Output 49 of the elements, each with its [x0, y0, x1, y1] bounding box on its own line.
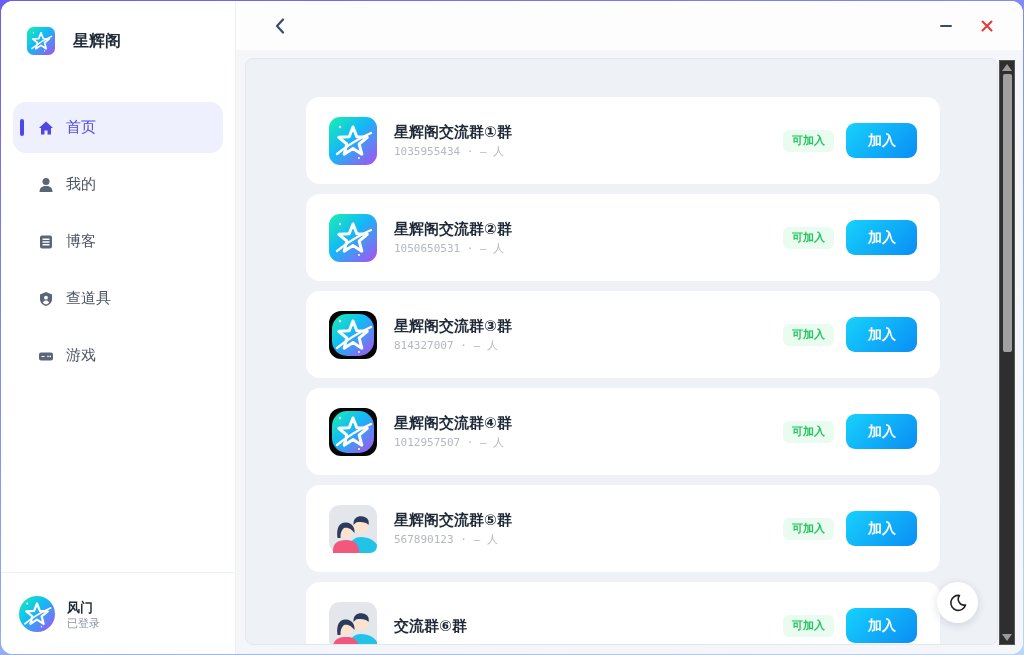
group-meta: 1012957507 · — 人 — [394, 434, 505, 451]
close-icon[interactable] — [981, 19, 993, 32]
status-tag: 可加入 — [783, 517, 834, 540]
status-tag: 可加入 — [783, 226, 834, 249]
scrollbar[interactable] — [999, 60, 1015, 645]
group-meta: 567890123 · — 人 — [394, 531, 498, 548]
home-icon — [38, 119, 54, 136]
star-logo-icon — [329, 407, 377, 456]
status-tag: 可加入 — [783, 129, 834, 152]
document-icon — [38, 233, 54, 250]
join-button[interactable]: 加入 — [846, 511, 917, 546]
nav-item[interactable]: 游戏 — [13, 330, 223, 381]
join-button[interactable]: 加入 — [846, 317, 917, 352]
group-name: 交流群⑥群 — [394, 615, 467, 636]
back-icon[interactable] — [274, 17, 286, 34]
people-avatar-icon — [329, 504, 377, 553]
group-meta: 1035955434 · — 人 — [394, 143, 505, 160]
nav-item[interactable]: 我的 — [13, 159, 223, 210]
nav-item[interactable]: 首页 — [13, 102, 223, 153]
person-icon — [38, 176, 54, 193]
star-logo-icon — [329, 213, 377, 262]
group-name: 星辉阁交流群④群 — [394, 412, 512, 433]
scroll-up-icon[interactable] — [1002, 64, 1012, 71]
group-meta: 814327007 · — 人 — [394, 337, 498, 354]
group-name: 星辉阁交流群②群 — [394, 218, 512, 239]
status-tag: 可加入 — [783, 323, 834, 346]
nav-item[interactable]: 博客 — [13, 216, 223, 267]
scroll-down-icon[interactable] — [1002, 634, 1012, 641]
user-name: 风门 — [67, 599, 93, 616]
join-button[interactable]: 加入 — [846, 414, 917, 449]
shield-icon — [38, 290, 54, 307]
app-title: 星辉阁 — [73, 30, 121, 52]
moon-icon — [948, 593, 967, 612]
group-name: 星辉阁交流群①群 — [394, 121, 512, 142]
join-button[interactable]: 加入 — [846, 608, 917, 643]
group-name: 星辉阁交流群⑤群 — [394, 509, 512, 530]
login-status: 已登录 — [67, 616, 100, 631]
group-name: 星辉阁交流群③群 — [394, 315, 512, 336]
star-avatar-icon — [19, 596, 55, 632]
join-button[interactable]: 加入 — [846, 123, 917, 158]
scrollbar-thumb[interactable] — [1002, 74, 1012, 352]
star-logo-icon — [27, 27, 55, 55]
status-tag: 可加入 — [783, 420, 834, 443]
join-button[interactable]: 加入 — [846, 220, 917, 255]
star-logo-icon — [329, 116, 377, 165]
group-meta: 1050650531 · — 人 — [394, 240, 505, 257]
star-logo-icon — [329, 310, 377, 359]
status-tag: 可加入 — [783, 614, 834, 637]
nav-item[interactable]: 查道具 — [13, 273, 223, 324]
